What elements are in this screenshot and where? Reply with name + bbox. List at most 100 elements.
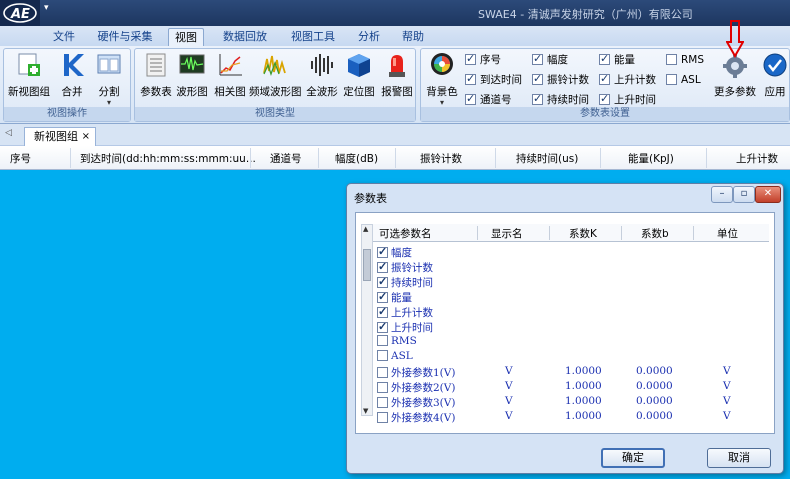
tab-view[interactable]: 视图 bbox=[168, 28, 204, 46]
column-divider[interactable] bbox=[706, 148, 707, 168]
scroll-up-icon[interactable]: ▲ bbox=[363, 225, 368, 233]
app-logo[interactable]: AE bbox=[0, 0, 40, 26]
param-row[interactable]: 外接参数4(V) V 1.0000 0.0000 V bbox=[373, 409, 769, 424]
option-arrival[interactable]: 到达时间 bbox=[465, 72, 522, 89]
param-checkbox[interactable] bbox=[377, 260, 388, 273]
tab-view-tools[interactable]: 视图工具 bbox=[288, 28, 338, 46]
param-checkbox[interactable] bbox=[377, 245, 388, 258]
freq-waveform-button[interactable]: 频域波形图 bbox=[249, 51, 302, 99]
column-divider[interactable] bbox=[395, 148, 396, 168]
tab-file[interactable]: 文件 bbox=[50, 28, 78, 46]
apply-button[interactable]: 应用 bbox=[761, 51, 789, 99]
column-divider[interactable] bbox=[70, 148, 71, 168]
option-rms-checkbox[interactable] bbox=[666, 54, 677, 65]
option-duration-label: 持续时间 bbox=[547, 94, 589, 106]
alarm-button[interactable]: 报警图 bbox=[379, 51, 415, 99]
quick-access-dropdown-icon[interactable]: ▾ bbox=[44, 3, 49, 13]
column-header[interactable]: 到达时间(dd:hh:mm:ss:mmm:uu... bbox=[80, 151, 256, 166]
column-header[interactable]: 持续时间(us) bbox=[516, 151, 578, 166]
column-header[interactable]: 通道号 bbox=[270, 151, 302, 166]
option-rise-counts[interactable]: 上升计数 bbox=[599, 72, 656, 89]
tab-playback[interactable]: 数据回放 bbox=[220, 28, 270, 46]
param-checkbox[interactable] bbox=[377, 382, 388, 393]
tab-new-view-group[interactable]: 新视图组 × bbox=[24, 127, 96, 146]
minimize-button[interactable]: – bbox=[711, 186, 733, 203]
column-divider[interactable] bbox=[250, 148, 251, 168]
column-header[interactable]: 振铃计数 bbox=[420, 151, 462, 166]
option-channel-checkbox[interactable] bbox=[465, 92, 476, 106]
column-header[interactable]: 上升计数 bbox=[736, 151, 778, 166]
grid-header-divider bbox=[621, 226, 622, 240]
param-row[interactable]: 振铃计数 bbox=[373, 259, 769, 274]
param-row[interactable]: 幅度 bbox=[373, 244, 769, 259]
grid-header-divider bbox=[477, 226, 478, 240]
option-asl[interactable]: ASL bbox=[666, 73, 701, 89]
param-checkbox[interactable] bbox=[377, 367, 388, 378]
merge-button[interactable]: 合并 bbox=[56, 51, 88, 99]
correlation-button[interactable]: 相关图 bbox=[213, 51, 247, 99]
param-row[interactable]: 能量 bbox=[373, 289, 769, 304]
param-checkbox[interactable] bbox=[377, 412, 388, 423]
param-k-cell-text: 1.0000 bbox=[565, 395, 602, 407]
param-checkbox[interactable] bbox=[377, 335, 388, 346]
option-seq[interactable]: 序号 bbox=[465, 52, 501, 69]
location-button[interactable]: 定位图 bbox=[341, 51, 377, 99]
option-amplitude[interactable]: 幅度 bbox=[532, 52, 568, 69]
column-divider[interactable] bbox=[318, 148, 319, 168]
vertical-scrollbar[interactable]: ▲ ▼ bbox=[361, 224, 373, 416]
option-energy[interactable]: 能量 bbox=[599, 52, 635, 69]
option-counts[interactable]: 振铃计数 bbox=[532, 72, 589, 89]
tab-hardware[interactable]: 硬件与采集 bbox=[94, 28, 156, 46]
column-header[interactable]: 能量(KpJ) bbox=[628, 151, 674, 166]
param-checkbox[interactable] bbox=[377, 320, 388, 333]
scroll-down-icon[interactable]: ▼ bbox=[363, 407, 368, 415]
option-energy-checkbox[interactable] bbox=[599, 52, 610, 66]
column-header[interactable]: 幅度(dB) bbox=[335, 151, 378, 166]
scroll-thumb[interactable] bbox=[363, 249, 371, 281]
ok-button[interactable]: 确定 bbox=[601, 448, 665, 468]
param-row[interactable]: 上升计数 bbox=[373, 304, 769, 319]
full-waveform-button[interactable]: 全波形 bbox=[305, 51, 339, 99]
param-row[interactable]: 外接参数3(V) V 1.0000 0.0000 V bbox=[373, 394, 769, 409]
option-asl-checkbox[interactable] bbox=[666, 74, 677, 85]
param-row[interactable]: 外接参数1(V) V 1.0000 0.0000 V bbox=[373, 364, 769, 379]
option-arrival-checkbox[interactable] bbox=[465, 72, 476, 86]
new-view-group-button[interactable]: 新视图组 bbox=[7, 51, 51, 99]
option-seq-checkbox[interactable] bbox=[465, 52, 476, 66]
param-row[interactable]: 持续时间 bbox=[373, 274, 769, 289]
tab-analysis[interactable]: 分析 bbox=[355, 28, 383, 46]
column-divider[interactable] bbox=[495, 148, 496, 168]
column-divider[interactable] bbox=[600, 148, 601, 168]
param-checkbox[interactable] bbox=[377, 350, 388, 361]
background-color-button[interactable]: 背景色 ▾ bbox=[423, 51, 461, 107]
waveform-button[interactable]: 波形图 bbox=[175, 51, 209, 99]
split-button[interactable]: 分割 ▾ bbox=[92, 51, 126, 107]
close-tab-icon[interactable]: × bbox=[82, 128, 90, 145]
more-params-button[interactable]: 更多参数 bbox=[713, 51, 757, 99]
option-amplitude-checkbox[interactable] bbox=[532, 52, 543, 66]
param-checkbox[interactable] bbox=[377, 290, 388, 303]
apply-label: 应用 bbox=[764, 86, 786, 98]
close-button[interactable]: ✕ bbox=[755, 186, 781, 203]
param-checkbox[interactable] bbox=[377, 275, 388, 288]
cancel-button[interactable]: 取消 bbox=[707, 448, 771, 468]
param-checkbox[interactable] bbox=[377, 305, 388, 318]
tab-scroll-left-icon[interactable]: ◁ bbox=[5, 128, 12, 138]
tab-help[interactable]: 帮助 bbox=[399, 28, 427, 46]
option-counts-label: 振铃计数 bbox=[547, 74, 589, 86]
option-channel-label: 通道号 bbox=[480, 94, 512, 106]
minimize-icon: – bbox=[719, 188, 725, 199]
option-rise-counts-checkbox[interactable] bbox=[599, 72, 610, 86]
option-counts-checkbox[interactable] bbox=[532, 72, 543, 86]
param-row[interactable]: 外接参数2(V) V 1.0000 0.0000 V bbox=[373, 379, 769, 394]
param-row[interactable]: ASL bbox=[373, 349, 769, 364]
param-row[interactable]: 上升时间 bbox=[373, 319, 769, 334]
option-rise-time-checkbox[interactable] bbox=[599, 92, 610, 106]
params-table-button[interactable]: 参数表 bbox=[139, 51, 173, 99]
param-checkbox[interactable] bbox=[377, 397, 388, 408]
option-rms[interactable]: RMS bbox=[666, 53, 704, 69]
column-header[interactable]: 序号 bbox=[10, 151, 31, 166]
maximize-button[interactable]: ▫ bbox=[733, 186, 755, 203]
option-duration-checkbox[interactable] bbox=[532, 92, 543, 106]
param-row[interactable]: RMS bbox=[373, 334, 769, 349]
